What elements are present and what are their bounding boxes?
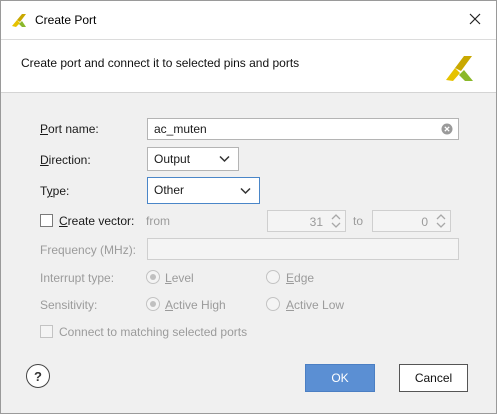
type-value: Other (154, 183, 185, 197)
close-icon (469, 13, 481, 25)
port-name-label: Port name: (40, 122, 99, 136)
interrupt-edge-label: Edge (286, 271, 315, 285)
frequency-input[interactable] (147, 238, 459, 260)
header-description: Create port and connect it to selected p… (21, 56, 300, 70)
active-low-label: Active Low (286, 298, 345, 312)
sensitivity-label: Sensitivity: (40, 298, 98, 312)
interrupt-edge-radio[interactable] (266, 270, 280, 284)
cancel-button[interactable]: Cancel (399, 364, 468, 392)
create-port-dialog: Create Port Create port and connect it t… (0, 0, 497, 414)
ok-button[interactable]: OK (305, 364, 375, 392)
spinner-arrows-icon[interactable] (435, 213, 447, 229)
to-spinner[interactable]: 0 (372, 210, 451, 232)
from-spinner[interactable]: 31 (267, 210, 346, 232)
active-high-label: Active High (165, 298, 226, 312)
from-label: from (146, 214, 170, 228)
direction-label: Direction: (40, 153, 91, 167)
to-label: to (353, 214, 364, 228)
create-vector-checkbox[interactable] (40, 214, 53, 227)
frequency-label: Frequency (MHz): (40, 243, 137, 257)
dialog-content: Port name: ac_muten Direction: Output Ty… (1, 93, 496, 413)
interrupt-level-radio[interactable] (146, 270, 160, 284)
app-logo-icon (12, 14, 26, 27)
chevron-down-icon (240, 187, 251, 195)
create-vector-label: Create vector: (59, 214, 135, 228)
title-bar: Create Port (1, 1, 496, 39)
brand-logo-icon (446, 56, 473, 81)
connect-matching-label: Connect to matching selected ports (59, 325, 248, 339)
interrupt-level-label: Level (165, 271, 194, 285)
close-button[interactable] (459, 5, 491, 33)
from-value: 31 (309, 215, 323, 229)
type-dropdown[interactable]: Other (147, 177, 260, 204)
help-button[interactable]: ? (26, 364, 50, 388)
active-low-radio[interactable] (266, 297, 280, 311)
type-label: Type: (40, 184, 70, 198)
to-value: 0 (421, 215, 428, 229)
help-icon: ? (34, 368, 42, 384)
spinner-arrows-icon[interactable] (330, 213, 342, 229)
direction-dropdown[interactable]: Output (147, 147, 239, 171)
direction-value: Output (154, 152, 191, 166)
connect-matching-checkbox[interactable] (40, 325, 53, 338)
port-name-input[interactable]: ac_muten (147, 118, 459, 140)
chevron-down-icon (219, 155, 230, 163)
dialog-header: Create port and connect it to selected p… (1, 39, 496, 93)
interrupt-type-label: Interrupt type: (40, 271, 115, 285)
window-title: Create Port (35, 13, 97, 27)
clear-icon[interactable] (441, 123, 453, 135)
active-high-radio[interactable] (146, 297, 160, 311)
port-name-value: ac_muten (154, 122, 207, 136)
